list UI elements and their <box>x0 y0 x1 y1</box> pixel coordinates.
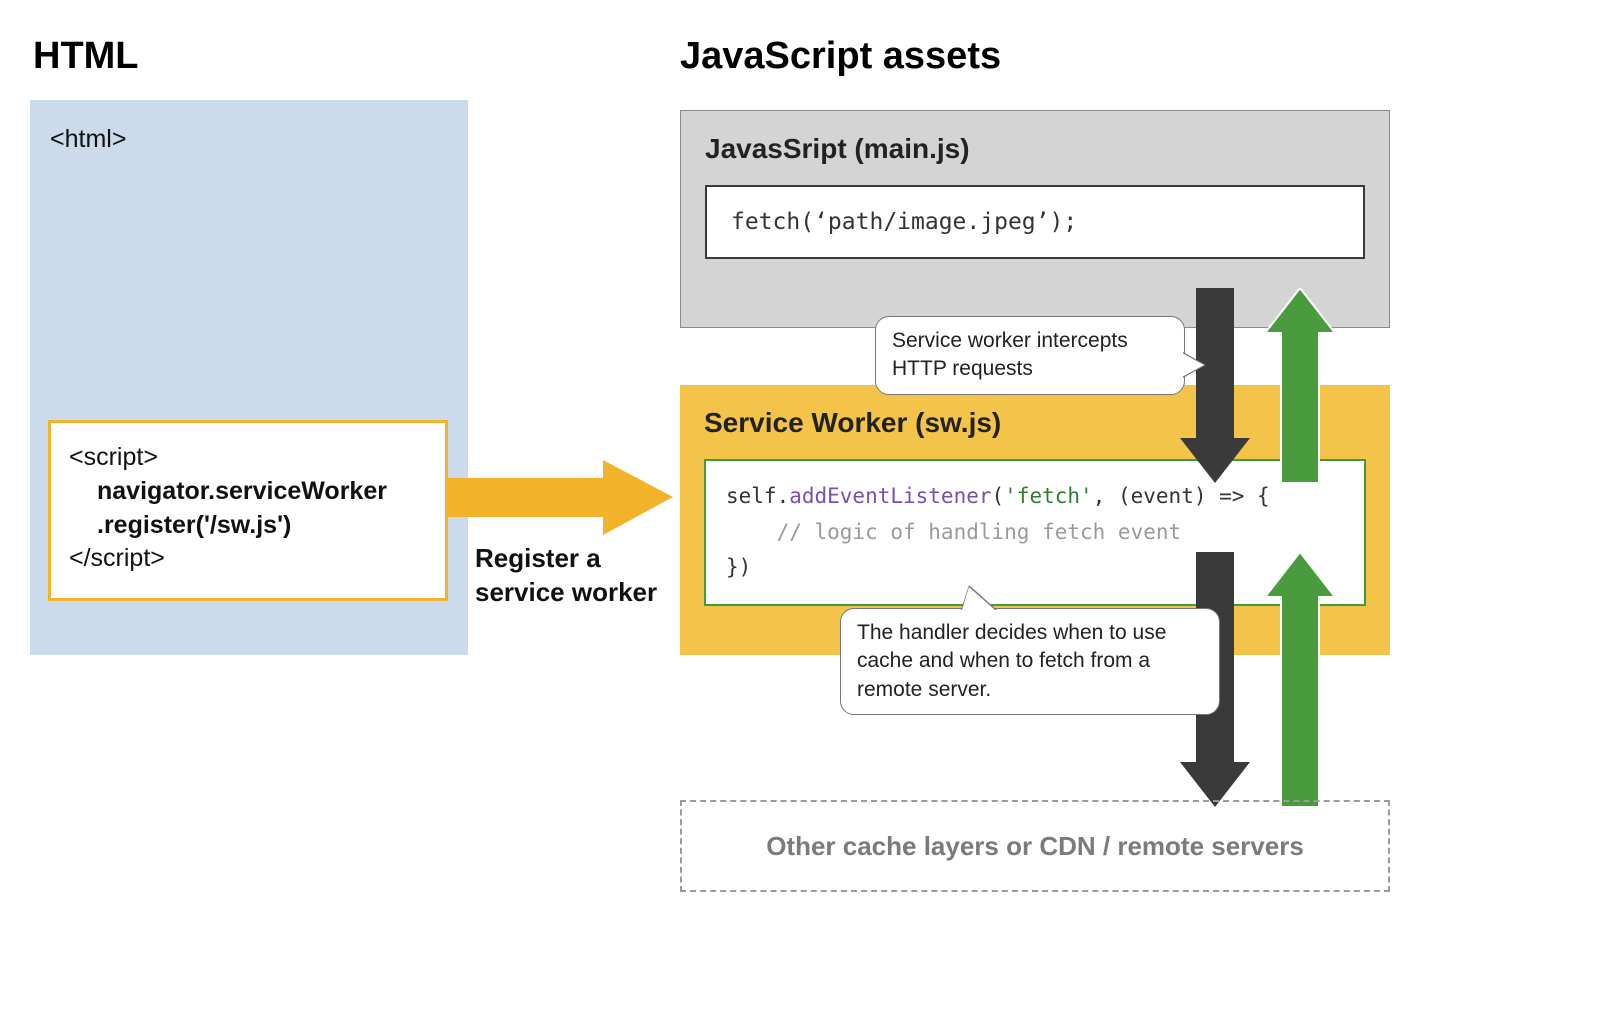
cdn-label: Other cache layers or CDN / remote serve… <box>766 831 1304 862</box>
sw-code-prefix: self. <box>726 484 789 508</box>
script-open-tag: <script> <box>69 441 427 475</box>
arrow-up-bottom-icon <box>1265 552 1335 807</box>
register-line1: navigator.serviceWorker <box>69 475 427 509</box>
register-label: Register a service worker <box>475 542 675 610</box>
html-script-box: <script> navigator.serviceWorker .regist… <box>48 420 448 601</box>
mainjs-code: fetch(‘path/image.jpeg’); <box>705 185 1365 259</box>
heading-html: HTML <box>33 35 139 78</box>
cdn-box: Other cache layers or CDN / remote serve… <box>680 800 1390 892</box>
callout-handler: The handler decides when to use cache an… <box>840 608 1220 715</box>
sw-code-fn: addEventListener <box>789 484 991 508</box>
heading-js-assets: JavaScript assets <box>680 35 1001 78</box>
sw-code-comment: // logic of handling fetch event <box>726 520 1181 544</box>
arrow-up-top-icon <box>1265 288 1335 483</box>
register-line2: .register('/sw.js') <box>69 509 427 543</box>
sw-code-str: 'fetch' <box>1004 484 1093 508</box>
script-close-tag: </script> <box>69 542 427 576</box>
arrow-down-top-icon <box>1180 288 1250 483</box>
html-tag-label: <html> <box>50 125 448 154</box>
callout-intercept: Service worker intercepts HTTP requests <box>875 316 1185 395</box>
sw-code-end: }) <box>726 555 751 579</box>
diagram-canvas: HTML JavaScript assets <html> <script> n… <box>0 0 1600 1032</box>
mainjs-title: JavasSript (main.js) <box>705 133 1365 165</box>
sw-code-mid2: , (event) => { <box>1093 484 1270 508</box>
arrow-register-icon <box>448 460 673 535</box>
sw-code-mid1: ( <box>992 484 1005 508</box>
